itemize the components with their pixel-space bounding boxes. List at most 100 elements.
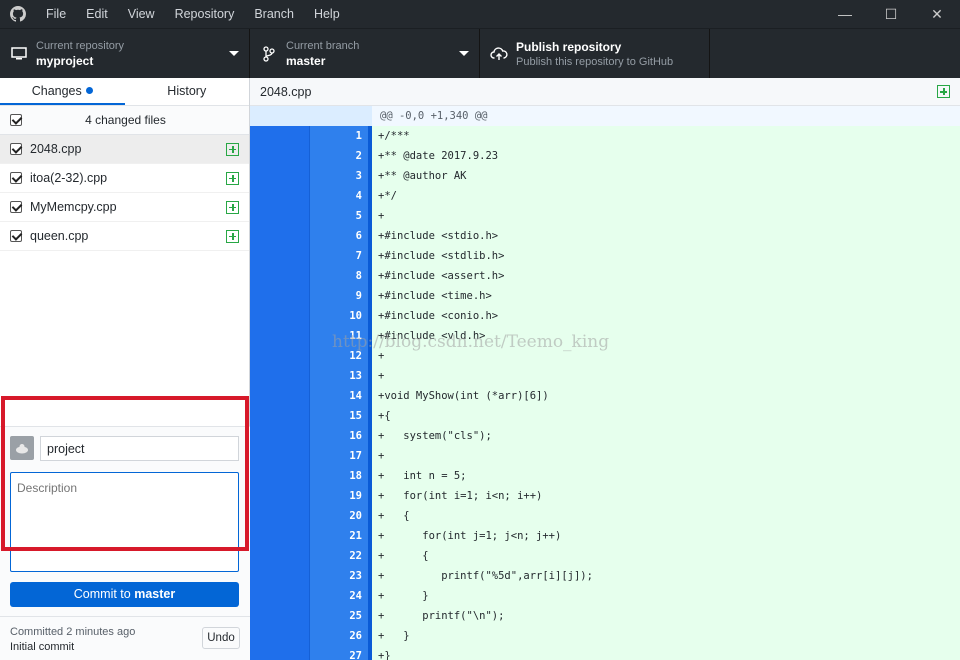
diff-line[interactable]: 15 +{	[250, 406, 960, 426]
new-line-number: 17	[310, 446, 372, 466]
file-list-item[interactable]: queen.cpp	[0, 222, 249, 251]
menu-view[interactable]: View	[118, 0, 165, 28]
new-line-number: 26	[310, 626, 372, 646]
file-added-icon	[226, 142, 239, 156]
diff-line[interactable]: 4 +*/	[250, 186, 960, 206]
menu-file[interactable]: File	[36, 0, 76, 28]
old-line-number	[250, 386, 310, 406]
current-branch-button[interactable]: Current branch master	[250, 29, 480, 79]
diff-line-code: + system("cls");	[372, 426, 960, 446]
tab-changes[interactable]: Changes	[0, 78, 125, 105]
commit-description-field[interactable]	[10, 472, 239, 572]
diff-line[interactable]: 18 + int n = 5;	[250, 466, 960, 486]
commit-summary-input[interactable]	[40, 436, 239, 461]
diff-line-code: +{	[372, 406, 960, 426]
diff-line[interactable]: 20 + {	[250, 506, 960, 526]
old-line-number	[250, 406, 310, 426]
tab-history[interactable]: History	[125, 78, 250, 105]
menu-edit[interactable]: Edit	[76, 0, 118, 28]
diff-line[interactable]: 11 +#include <vld.h>	[250, 326, 960, 346]
cloud-upload-icon	[490, 45, 508, 63]
maximize-icon: ☐	[884, 5, 898, 22]
diff-line[interactable]: 10 +#include <conio.h>	[250, 306, 960, 326]
old-line-number	[250, 626, 310, 646]
diff-line-code: + for(int i=1; i<n; i++)	[372, 486, 960, 506]
diff-line-code: + {	[372, 546, 960, 566]
diff-line[interactable]: 8 +#include <assert.h>	[250, 266, 960, 286]
toolbar: Current repository myproject Current bra…	[0, 28, 960, 79]
diff-line[interactable]: 22 + {	[250, 546, 960, 566]
file-added-icon	[937, 85, 950, 98]
diff-line[interactable]: 6 +#include <stdio.h>	[250, 226, 960, 246]
publish-repository-button[interactable]: Publish repository Publish this reposito…	[480, 29, 710, 79]
diff-line-code: +#include <stdio.h>	[372, 226, 960, 246]
diff-line-code: + printf("%5d",arr[i][j]);	[372, 566, 960, 586]
file-checkbox[interactable]	[10, 201, 22, 213]
diff-line[interactable]: 9 +#include <time.h>	[250, 286, 960, 306]
diff-line-code: +	[372, 366, 960, 386]
old-line-number	[250, 286, 310, 306]
caret-down-icon	[459, 51, 469, 56]
diff-line-code: + int n = 5;	[372, 466, 960, 486]
minimize-button[interactable]: —	[822, 0, 868, 28]
diff-line[interactable]: 12 +	[250, 346, 960, 366]
diff-line[interactable]: 2 +** @date 2017.9.23	[250, 146, 960, 166]
file-checkbox[interactable]	[10, 230, 22, 242]
diff-line[interactable]: 27 +}	[250, 646, 960, 660]
diff-line[interactable]: 24 + }	[250, 586, 960, 606]
new-line-number: 10	[310, 306, 372, 326]
close-button[interactable]: ✕	[914, 0, 960, 28]
diff-line[interactable]: 1 +/***	[250, 126, 960, 146]
diff-line[interactable]: 3 +** @author AK	[250, 166, 960, 186]
maximize-button[interactable]: ☐	[868, 0, 914, 28]
monitor-icon	[10, 45, 28, 63]
diff-line-code: +** @author AK	[372, 166, 960, 186]
commit-area-spacer	[5, 400, 245, 426]
current-repository-button[interactable]: Current repository myproject	[0, 29, 250, 79]
undo-button[interactable]: Undo	[202, 627, 240, 649]
diff-line[interactable]: 17 +	[250, 446, 960, 466]
diff-line[interactable]: 25 + printf("\n");	[250, 606, 960, 626]
diff-line-code: +#include <conio.h>	[372, 306, 960, 326]
old-line-number	[250, 186, 310, 206]
changed-files-header: 4 changed files	[0, 106, 249, 135]
diff-line-code: + for(int j=1; j<n; j++)	[372, 526, 960, 546]
new-line-number: 3	[310, 166, 372, 186]
old-line-number	[250, 266, 310, 286]
file-list-item[interactable]: MyMemcpy.cpp	[0, 193, 249, 222]
old-line-number	[250, 526, 310, 546]
new-line-number: 5	[310, 206, 372, 226]
file-checkbox[interactable]	[10, 143, 22, 155]
diff-view[interactable]: @@ -0,0 +1,340 @@ 1 +/*** 2 +** @date 2017.…	[250, 106, 960, 660]
branch-icon	[260, 45, 278, 63]
new-line-number: 12	[310, 346, 372, 366]
file-list-item[interactable]: itoa(2-32).cpp	[0, 164, 249, 193]
diff-line[interactable]: 19 + for(int i=1; i<n; i++)	[250, 486, 960, 506]
new-line-number: 23	[310, 566, 372, 586]
file-list-item[interactable]: 2048.cpp	[0, 135, 249, 164]
diff-line[interactable]: 14 +void MyShow(int (*arr)[6])	[250, 386, 960, 406]
old-line-number	[250, 426, 310, 446]
diff-line[interactable]: 23 + printf("%5d",arr[i][j]);	[250, 566, 960, 586]
diff-line[interactable]: 7 +#include <stdlib.h>	[250, 246, 960, 266]
menu-branch[interactable]: Branch	[244, 0, 304, 28]
file-name: itoa(2-32).cpp	[30, 171, 108, 185]
menu-repository[interactable]: Repository	[165, 0, 245, 28]
file-checkbox[interactable]	[10, 172, 22, 184]
diff-line-code: +** @date 2017.9.23	[372, 146, 960, 166]
diff-line[interactable]: 26 + }	[250, 626, 960, 646]
menu-help[interactable]: Help	[304, 0, 350, 28]
select-all-checkbox[interactable]	[10, 114, 22, 126]
diff-line[interactable]: 16 + system("cls");	[250, 426, 960, 446]
diff-line[interactable]: 13 +	[250, 366, 960, 386]
diff-line-code: +	[372, 346, 960, 366]
diff-file-name: 2048.cpp	[260, 84, 312, 99]
diff-line[interactable]: 21 + for(int j=1; j<n; j++)	[250, 526, 960, 546]
close-icon: ✕	[931, 5, 943, 22]
diff-line-code: + }	[372, 586, 960, 606]
new-line-number: 13	[310, 366, 372, 386]
old-line-number	[250, 246, 310, 266]
new-line-number: 19	[310, 486, 372, 506]
diff-line[interactable]: 5 +	[250, 206, 960, 226]
commit-button[interactable]: Commit to master	[10, 582, 239, 607]
